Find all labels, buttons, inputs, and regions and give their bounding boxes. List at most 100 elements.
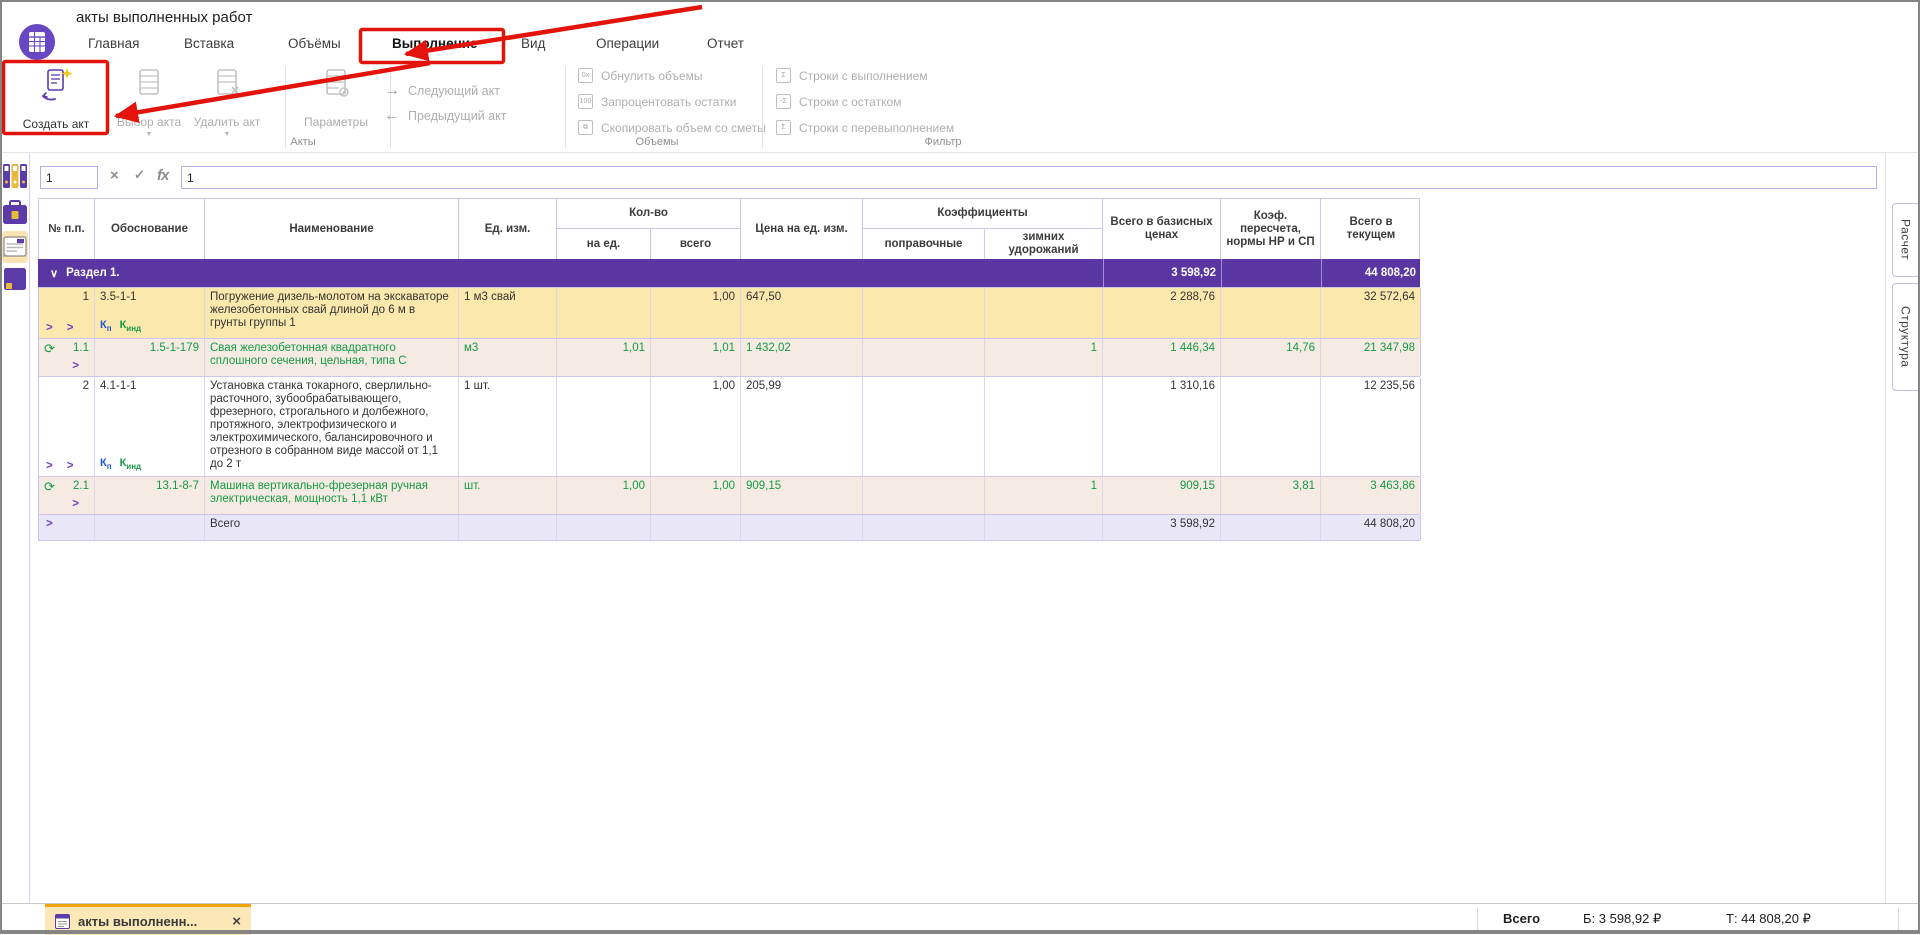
col-header-qty-unit[interactable]: на ед. xyxy=(557,229,651,259)
ribbon-tab-vypolnenie[interactable]: Выполнение xyxy=(392,36,478,51)
cell-price[interactable]: 1 432,02 xyxy=(741,339,863,376)
ribbon-tab-otchet[interactable]: Отчет xyxy=(707,36,744,51)
cell-coef-corr[interactable] xyxy=(863,288,985,338)
cell-num[interactable]: > xyxy=(39,515,95,540)
expand-chevron-icon[interactable]: > xyxy=(67,322,74,334)
cell-num[interactable]: 1 > > xyxy=(39,288,95,338)
expand-chevron-icon[interactable]: > xyxy=(46,460,53,472)
filter-done-rows-button[interactable]: Σ Строки с выполнением xyxy=(776,68,928,83)
parameters-button[interactable]: Параметры xyxy=(296,66,376,129)
section-basis-total[interactable]: 3 598,92 xyxy=(1103,259,1221,287)
expand-chevron-icon[interactable]: > xyxy=(72,360,79,372)
col-header-coef-group[interactable]: Коэффициенты xyxy=(863,199,1103,229)
cell-name[interactable]: Свая железобетонная квадратного сплошног… xyxy=(205,339,459,376)
cell-unit[interactable]: 1 шт. xyxy=(459,377,557,476)
cell-unit[interactable]: 1 м3 свай xyxy=(459,288,557,338)
cell-coef-winter[interactable] xyxy=(985,288,1103,338)
cell-price[interactable]: 909,15 xyxy=(741,477,863,514)
section-collapse-icon[interactable]: ∨ xyxy=(50,267,58,280)
cell-price[interactable] xyxy=(741,515,863,540)
reset-volumes-button[interactable]: 0x Обнулить объемы xyxy=(578,68,703,83)
cell-coef-winter[interactable]: 1 xyxy=(985,477,1103,514)
table-row[interactable]: 2 > >4.1-1-1 Кп Кинд Установка станка токарно… xyxy=(38,377,1421,477)
cell-qty-total[interactable] xyxy=(651,515,741,540)
cell-unit[interactable]: м3 xyxy=(459,339,557,376)
cell-qty-unit[interactable] xyxy=(557,515,651,540)
cell-code[interactable]: 4.1-1-1 Кп Кинд xyxy=(95,377,205,476)
grand-total-row[interactable]: > Всего 3 598,92 44 808,20 xyxy=(38,515,1421,541)
col-header-name[interactable]: Наименование xyxy=(205,199,459,259)
cell-basis-total[interactable]: 2 288,76 xyxy=(1103,288,1221,338)
cell-num[interactable]: ⟳ 1.1 > xyxy=(39,339,95,376)
cell-code[interactable]: 1.5-1-179 xyxy=(95,339,205,376)
cell-price[interactable]: 647,50 xyxy=(741,288,863,338)
app-logo-icon[interactable] xyxy=(18,23,56,61)
section-empty-cell[interactable] xyxy=(1221,259,1321,287)
cell-qty-total[interactable]: 1,01 xyxy=(651,339,741,376)
copy-volume-button[interactable]: ⧉ Скопировать объем со сметы xyxy=(578,120,766,135)
cell-coef-corr[interactable] xyxy=(863,339,985,376)
filter-over-rows-button[interactable]: Σ Строки с перевыполнением xyxy=(776,120,954,135)
cell-qty-total[interactable]: 1,00 xyxy=(651,477,741,514)
table-row[interactable]: 1 > >3.5-1-1 Кп Кинд Погружение дизель-молото… xyxy=(38,287,1421,339)
cell-qty-unit[interactable] xyxy=(557,377,651,476)
filter-rest-rows-button[interactable]: -Σ Строки с остатком xyxy=(776,94,901,109)
cell-qty-unit[interactable] xyxy=(557,288,651,338)
cell-qty-total[interactable]: 1,00 xyxy=(651,288,741,338)
cell-current-total[interactable]: 3 463,86 xyxy=(1321,477,1421,514)
cell-reference-input[interactable] xyxy=(40,166,98,189)
cell-qty-total[interactable]: 1,00 xyxy=(651,377,741,476)
cell-name[interactable]: Установка станка токарного, сверлильно-р… xyxy=(205,377,459,476)
cell-unit[interactable]: шт. xyxy=(459,477,557,514)
side-tab-struktura[interactable]: Структура xyxy=(1892,283,1918,391)
col-header-num[interactable]: № п.п. xyxy=(39,199,95,259)
coef-badge[interactable]: Кп xyxy=(100,319,112,335)
col-header-total-current[interactable]: Всего в текущем xyxy=(1321,199,1421,259)
col-header-coef-winter[interactable]: зимних удорожаний xyxy=(985,229,1103,259)
ribbon-tab-vstavka[interactable]: Вставка xyxy=(184,36,234,51)
binders-icon[interactable] xyxy=(2,161,28,191)
cell-current-total[interactable]: 21 347,98 xyxy=(1321,339,1421,376)
cell-recalc[interactable]: 14,76 xyxy=(1221,339,1321,376)
ribbon-tab-operacii[interactable]: Операции xyxy=(596,36,659,51)
total-label-cell[interactable]: Всего xyxy=(205,515,459,540)
coef-badge[interactable]: Кинд xyxy=(120,319,142,335)
cell-name[interactable]: Машина вертикально-фрезерная ручная элек… xyxy=(205,477,459,514)
cell-price[interactable]: 205,99 xyxy=(741,377,863,476)
delete-act-button[interactable]: Удалить акт ▼ xyxy=(190,66,264,138)
cell-qty-unit[interactable]: 1,00 xyxy=(557,477,651,514)
cell-code[interactable] xyxy=(95,515,205,540)
prev-act-button[interactable]: ← Предыдущий акт xyxy=(384,107,506,125)
cell-current-total[interactable]: 12 235,56 xyxy=(1321,377,1421,476)
expand-chevron-icon[interactable]: > xyxy=(67,460,74,472)
act-document-icon[interactable] xyxy=(2,231,28,263)
ribbon-tab-obyomy[interactable]: Объёмы xyxy=(288,36,341,51)
side-tab-raschet[interactable]: Расчет xyxy=(1892,203,1918,277)
col-header-unit[interactable]: Ед. изм. xyxy=(459,199,557,259)
select-act-button[interactable]: Выбор акта ▼ xyxy=(112,66,186,138)
col-header-basis[interactable]: Обоснование xyxy=(95,199,205,259)
table-row[interactable]: ⟳ 2.1 >13.1-8-7 Машина вертикально-фрезерна… xyxy=(38,477,1421,515)
total-basis-cell[interactable]: 3 598,92 xyxy=(1103,515,1221,540)
cell-coef-winter[interactable]: 1 xyxy=(985,339,1103,376)
next-act-button[interactable]: → Следующий акт xyxy=(384,82,500,100)
briefcase-icon[interactable] xyxy=(2,198,28,228)
cell-coef-corr[interactable] xyxy=(863,515,985,540)
cell-coef-winter[interactable] xyxy=(985,377,1103,476)
cell-unit[interactable] xyxy=(459,515,557,540)
cell-num[interactable]: 2 > > xyxy=(39,377,95,476)
cell-code[interactable]: 13.1-8-7 xyxy=(95,477,205,514)
expand-chevron-icon[interactable]: > xyxy=(46,518,53,530)
col-header-qty-total[interactable]: всего xyxy=(651,229,741,259)
cell-recalc[interactable] xyxy=(1221,377,1321,476)
select-act-dropdown-icon[interactable]: ▼ xyxy=(112,131,186,138)
cell-basis-total[interactable]: 1 310,16 xyxy=(1103,377,1221,476)
ribbon-tab-vid[interactable]: Вид xyxy=(521,36,545,51)
col-header-recalc[interactable]: Коэф. пересчета, нормы НР и СП xyxy=(1221,199,1321,259)
section-current-total[interactable]: 44 808,20 xyxy=(1321,259,1421,287)
col-header-total-basis[interactable]: Всего в базисных ценах xyxy=(1103,199,1221,259)
cell-num[interactable]: ⟳ 2.1 > xyxy=(39,477,95,514)
col-header-coef-corr[interactable]: поправочные xyxy=(863,229,985,259)
cell-code[interactable]: 3.5-1-1 Кп Кинд xyxy=(95,288,205,338)
formula-input[interactable] xyxy=(181,166,1877,189)
